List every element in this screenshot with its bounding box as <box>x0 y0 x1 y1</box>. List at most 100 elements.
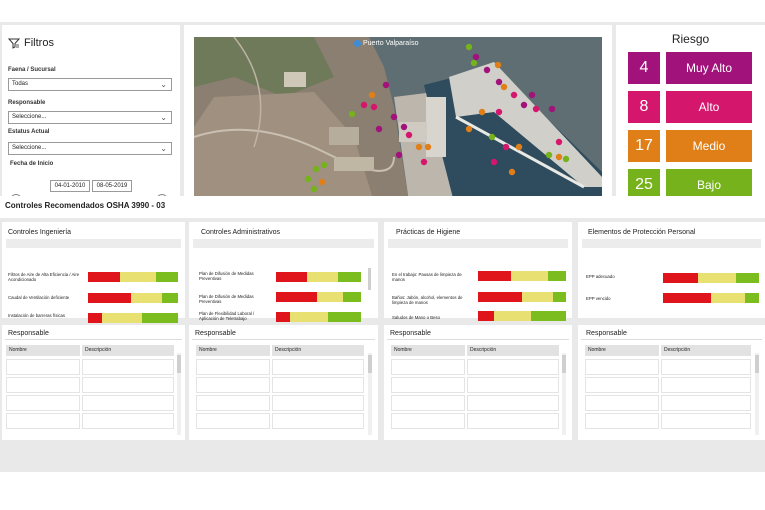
map-marker[interactable] <box>424 143 432 151</box>
risk-count-muy-alto: 4 <box>628 52 660 84</box>
bar-segment-y <box>522 292 553 302</box>
bar-segment-y <box>697 273 736 283</box>
map-marker[interactable] <box>508 168 516 176</box>
card-scrollbar[interactable] <box>368 268 371 290</box>
map-marker[interactable] <box>562 155 570 163</box>
card-title-bar <box>6 239 181 248</box>
map-marker[interactable] <box>483 66 491 74</box>
risk-count-medio: 17 <box>628 130 660 162</box>
control-item-label: EPP adecuado <box>586 274 615 279</box>
risk-label-muy-alto[interactable]: Muy Alto <box>666 52 752 84</box>
top-strip <box>0 0 765 22</box>
risk-label-alto[interactable]: Alto <box>666 91 752 123</box>
map-marker[interactable] <box>304 175 312 183</box>
map-marker[interactable] <box>320 161 328 169</box>
map-marker[interactable] <box>310 185 318 193</box>
map-marker[interactable] <box>495 108 503 116</box>
map-marker[interactable] <box>478 108 486 116</box>
map-marker[interactable] <box>312 165 320 173</box>
column-header-nombre[interactable]: Nombre <box>196 345 270 356</box>
table-cell <box>82 413 174 429</box>
location-pin[interactable]: Puerto Valparaíso <box>354 40 419 47</box>
map-marker[interactable] <box>368 91 376 99</box>
map-marker[interactable] <box>465 43 473 51</box>
map-marker[interactable] <box>318 178 326 186</box>
map-marker[interactable] <box>370 103 378 111</box>
map-marker[interactable] <box>360 101 368 109</box>
table-cell <box>391 377 465 393</box>
map-marker[interactable] <box>420 158 428 166</box>
map-marker[interactable] <box>515 143 523 151</box>
control-bar <box>478 311 566 321</box>
map-marker[interactable] <box>555 153 563 161</box>
faena-select[interactable]: Todas ⌄ <box>8 78 172 91</box>
responsable-select[interactable]: Seleccione... ⌄ <box>8 111 172 124</box>
bar-segment-g <box>735 273 759 283</box>
control-item-label: En el trabajo: Pausas de limpieza de man… <box>392 272 462 282</box>
map-marker[interactable] <box>494 61 502 69</box>
column-header-nombre[interactable]: Nombre <box>391 345 465 356</box>
control-bar <box>478 292 566 302</box>
bar-segment-r <box>663 273 698 283</box>
filters-title: Filtros <box>8 37 54 49</box>
table-cell <box>467 359 559 375</box>
column-header-descripcion[interactable]: Descripción <box>661 345 751 356</box>
bar-segment-r <box>88 293 132 303</box>
map-marker[interactable] <box>348 110 356 118</box>
map-marker[interactable] <box>400 123 408 131</box>
control-bar <box>276 312 361 322</box>
map-marker[interactable] <box>532 105 540 113</box>
map-marker[interactable] <box>488 133 496 141</box>
bar-segment-y <box>711 293 745 303</box>
responsable-title: Responsable <box>195 330 236 337</box>
map-marker[interactable] <box>495 78 503 86</box>
estatus-select[interactable]: Seleccione... ⌄ <box>8 142 172 155</box>
map-marker[interactable] <box>545 151 553 159</box>
control-item-label: Plan de Difusión de Medidas Preventivas <box>199 271 254 281</box>
chevron-down-icon: ⌄ <box>160 80 167 89</box>
table-cell <box>6 359 80 375</box>
map-marker[interactable] <box>510 91 518 99</box>
table-scrollbar[interactable] <box>562 353 566 435</box>
scrollbar-thumb[interactable] <box>755 355 759 373</box>
satellite-map[interactable]: Puerto Valparaíso <box>194 37 602 202</box>
map-marker[interactable] <box>390 113 398 121</box>
map-marker[interactable] <box>415 143 423 151</box>
date-from-input[interactable]: 04-01-2010 <box>50 180 90 192</box>
column-header-descripcion[interactable]: Descripción <box>272 345 364 356</box>
scrollbar-thumb[interactable] <box>562 355 566 373</box>
map-marker[interactable] <box>470 59 478 67</box>
map-marker[interactable] <box>382 81 390 89</box>
bar-segment-g <box>744 293 759 303</box>
column-header-descripcion[interactable]: Descripción <box>467 345 559 356</box>
map-marker[interactable] <box>465 125 473 133</box>
table-scrollbar[interactable] <box>177 353 181 435</box>
bar-segment-y <box>306 272 339 282</box>
map-marker[interactable] <box>528 91 536 99</box>
table-scrollbar[interactable] <box>368 353 372 435</box>
table-cell <box>585 359 659 375</box>
map-marker[interactable] <box>375 125 383 133</box>
map-marker[interactable] <box>520 101 528 109</box>
map-marker[interactable] <box>405 131 413 139</box>
map-marker[interactable] <box>548 105 556 113</box>
map-marker[interactable] <box>490 158 498 166</box>
table-cell <box>82 359 174 375</box>
column-header-nombre[interactable]: Nombre <box>6 345 80 356</box>
map-marker[interactable] <box>395 151 403 159</box>
map-marker[interactable] <box>472 53 480 61</box>
column-header-nombre[interactable]: Nombre <box>585 345 659 356</box>
table-scrollbar[interactable] <box>755 353 759 435</box>
map-marker[interactable] <box>500 83 508 91</box>
scrollbar-thumb[interactable] <box>177 355 181 373</box>
date-to-input[interactable]: 08-05-2019 <box>92 180 132 192</box>
bar-segment-g <box>548 271 566 281</box>
risk-label-medio[interactable]: Medio <box>666 130 752 162</box>
scrollbar-thumb[interactable] <box>368 355 372 373</box>
column-header-descripcion[interactable]: Descripción <box>82 345 174 356</box>
control-bar <box>88 293 178 303</box>
map-marker[interactable] <box>555 138 563 146</box>
map-marker[interactable] <box>502 143 510 151</box>
table-cell <box>391 359 465 375</box>
card-higiene: Prácticas de Higiene En el trabajo: Paus… <box>384 222 572 343</box>
